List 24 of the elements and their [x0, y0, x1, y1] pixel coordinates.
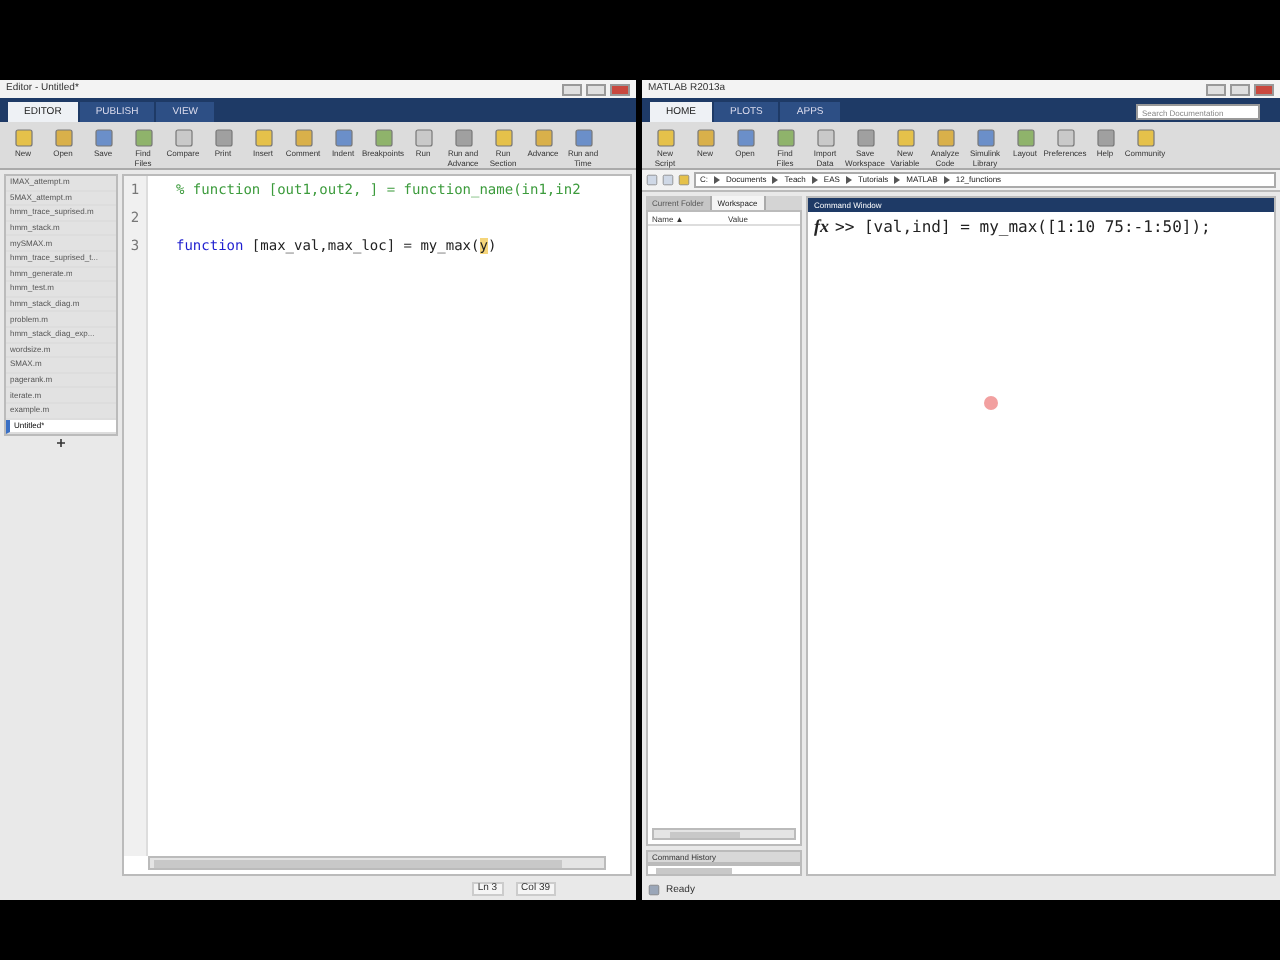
horizontal-scrollbar[interactable] [148, 856, 606, 870]
status-icon [648, 884, 660, 896]
maximize-icon[interactable] [1230, 83, 1250, 95]
horizontal-scrollbar[interactable] [652, 828, 796, 840]
maximize-icon[interactable] [586, 83, 606, 95]
chevron-icon [894, 176, 901, 184]
minimize-icon[interactable] [1206, 83, 1226, 95]
command-window[interactable]: fx >> [val,ind] = my_max([1:10 75:-1:50]); [808, 212, 1274, 874]
back-icon [646, 174, 658, 186]
forward-icon [662, 174, 674, 186]
folder-icon [678, 174, 690, 186]
history-scrollbar[interactable] [646, 864, 802, 876]
close-icon[interactable] [1254, 83, 1274, 95]
chevron-icon [811, 176, 818, 184]
close-icon[interactable] [610, 83, 630, 95]
minimize-icon[interactable] [562, 83, 582, 95]
chevron-icon [845, 176, 852, 184]
function-browser-icon[interactable]: fx [814, 218, 829, 236]
chevron-icon [772, 176, 779, 184]
chevron-icon [714, 176, 720, 184]
click-marker-icon [984, 396, 998, 410]
command-line: >> [val,ind] = my_max([1:10 75:-1:50]); [835, 219, 1211, 235]
add-icon[interactable] [56, 437, 66, 448]
chevron-icon [943, 176, 950, 184]
